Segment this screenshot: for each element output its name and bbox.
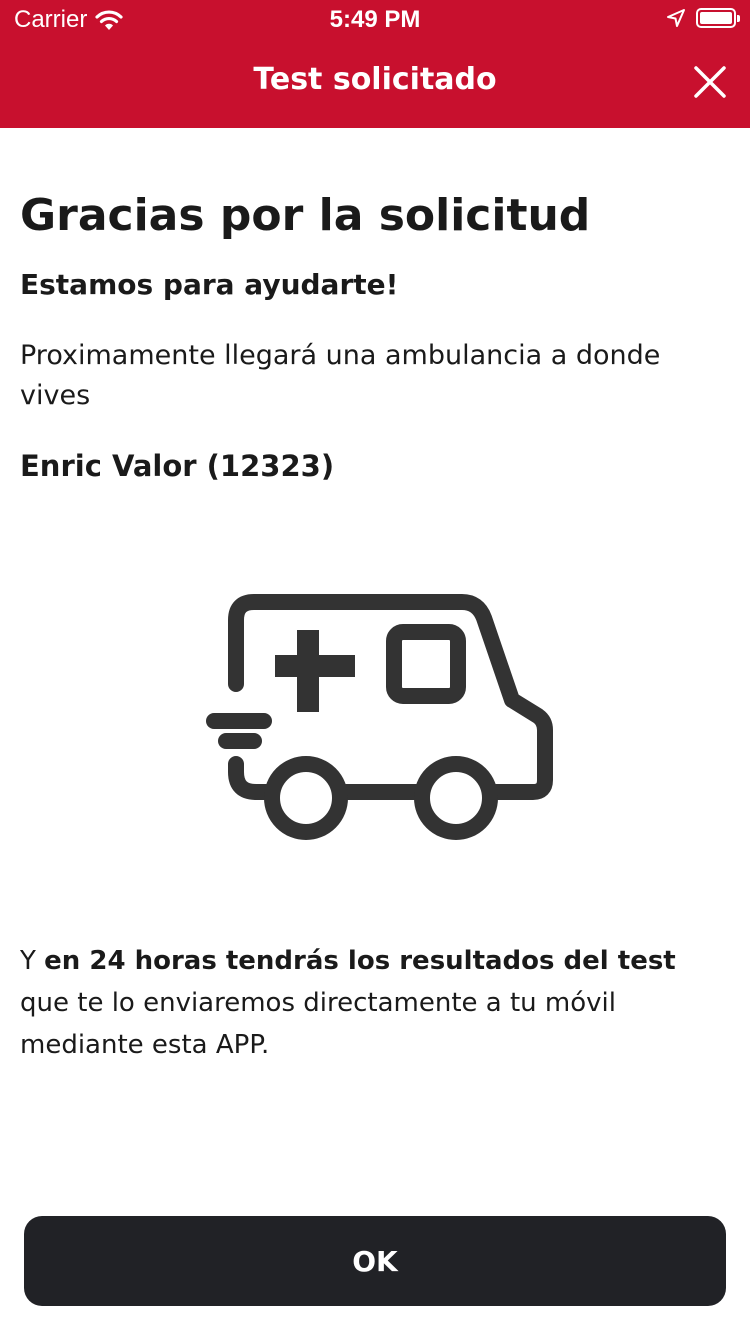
confirmation-heading: Gracias por la solicitud (20, 190, 591, 241)
ok-button[interactable]: OK (24, 1216, 726, 1306)
ambulance-icon (206, 594, 553, 840)
patient-name: Enric Valor (12323) (20, 449, 335, 483)
battery-icon (696, 8, 740, 28)
location-arrow-icon (667, 9, 685, 27)
status-right-group (666, 8, 740, 28)
results-prefix: Y (20, 946, 45, 976)
status-bar: Carrier 5:49 PM (0, 0, 750, 40)
navigation-header: Carrier 5:49 PM Test solicitado (0, 0, 750, 128)
page-title: Test solicitado (253, 62, 497, 97)
ambulance-message: Proximamente llegará una ambulancia a do… (20, 340, 661, 411)
close-button[interactable] (692, 64, 728, 100)
support-message: Estamos para ayudarte! (20, 268, 399, 301)
results-suffix: que te lo enviaremos directamente a tu m… (20, 988, 616, 1060)
confirmation-content: Gracias por la solicitud Estamos para ay… (20, 188, 720, 486)
status-time: 5:49 PM (329, 6, 421, 33)
close-icon (694, 66, 726, 98)
results-info: Y en 24 horas tendrás los resultados del… (20, 940, 730, 1066)
results-highlight: en 24 horas tendrás los resultados del t… (44, 946, 676, 976)
